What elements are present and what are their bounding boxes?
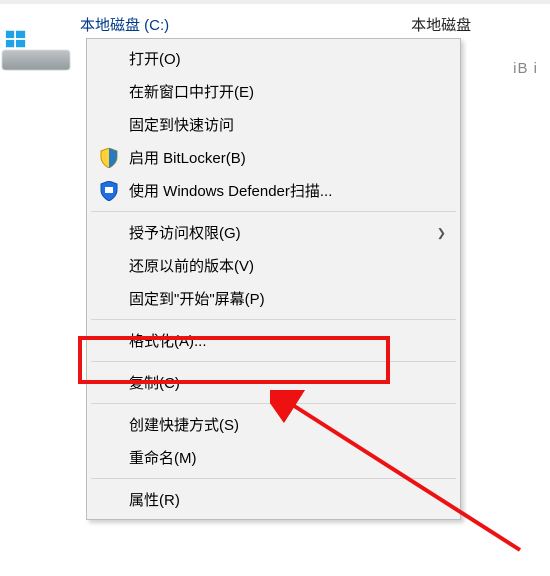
shield-blue-icon <box>99 181 119 201</box>
menu-pin-start[interactable]: 固定到"开始"屏幕(P) <box>89 282 458 315</box>
menu-separator <box>91 403 456 404</box>
menu-copy[interactable]: 复制(C) <box>89 366 458 399</box>
menu-create-shortcut[interactable]: 创建快捷方式(S) <box>89 408 458 441</box>
drive-other-label: 本地磁盘 <box>405 12 481 37</box>
menu-separator <box>91 361 456 362</box>
menu-separator <box>91 319 456 320</box>
menu-open[interactable]: 打开(O) <box>89 42 458 75</box>
menu-restore-previous[interactable]: 还原以前的版本(V) <box>89 249 458 282</box>
drive-other[interactable]: 本地磁盘 <box>401 8 489 41</box>
submenu-arrow-icon: ❯ <box>437 226 446 239</box>
drive-icon <box>2 50 70 70</box>
partial-cut-text: iB i <box>513 60 538 77</box>
menu-rename[interactable]: 重命名(M) <box>89 441 458 474</box>
menu-properties[interactable]: 属性(R) <box>89 483 458 516</box>
drive-c[interactable]: 本地磁盘 (C:) <box>70 8 187 41</box>
menu-grant-access[interactable]: 授予访问权限(G) ❯ <box>89 216 458 249</box>
menu-format[interactable]: 格式化(A)... <box>89 324 458 357</box>
context-menu: 打开(O) 在新窗口中打开(E) 固定到快速访问 启用 BitLocker(B)… <box>86 38 461 520</box>
menu-bitlocker[interactable]: 启用 BitLocker(B) <box>89 141 458 174</box>
drive-c-label: 本地磁盘 (C:) <box>74 12 179 37</box>
windows-logo-icon <box>5 28 27 50</box>
menu-open-new-window[interactable]: 在新窗口中打开(E) <box>89 75 458 108</box>
drive-row: 本地磁盘 (C:) 本地磁盘 <box>0 4 550 41</box>
menu-separator <box>91 211 456 212</box>
menu-defender-scan[interactable]: 使用 Windows Defender扫描... <box>89 174 458 207</box>
menu-pin-quick-access[interactable]: 固定到快速访问 <box>89 108 458 141</box>
menu-separator <box>91 478 456 479</box>
shield-yellow-icon <box>99 148 119 168</box>
